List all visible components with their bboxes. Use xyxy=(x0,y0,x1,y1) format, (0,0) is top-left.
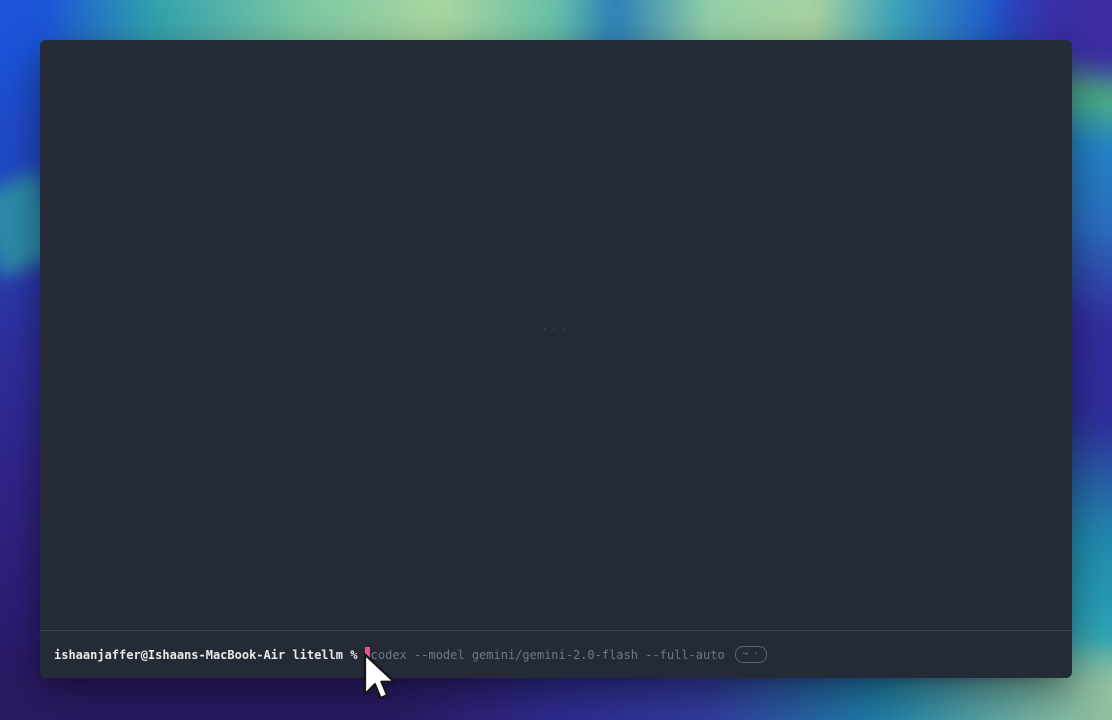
text-cursor xyxy=(365,647,370,662)
autosuggestion-command: codex --model gemini/gemini-2.0-flash --… xyxy=(371,648,725,662)
terminal-output-area: ··· xyxy=(40,40,1072,630)
terminal-input-line[interactable]: ishaanjaffer@Ishaans-MacBook-Air litellm… xyxy=(40,630,1072,678)
desktop-wallpaper: ··· ishaanjaffer@Ishaans-MacBook-Air lit… xyxy=(0,0,1112,720)
terminal-window[interactable]: ··· ishaanjaffer@Ishaans-MacBook-Air lit… xyxy=(40,40,1072,678)
loading-ellipsis: ··· xyxy=(542,323,571,336)
shell-prompt: ishaanjaffer@Ishaans-MacBook-Air litellm… xyxy=(54,648,365,662)
accept-suggestion-hint-badge: → · xyxy=(735,646,767,663)
